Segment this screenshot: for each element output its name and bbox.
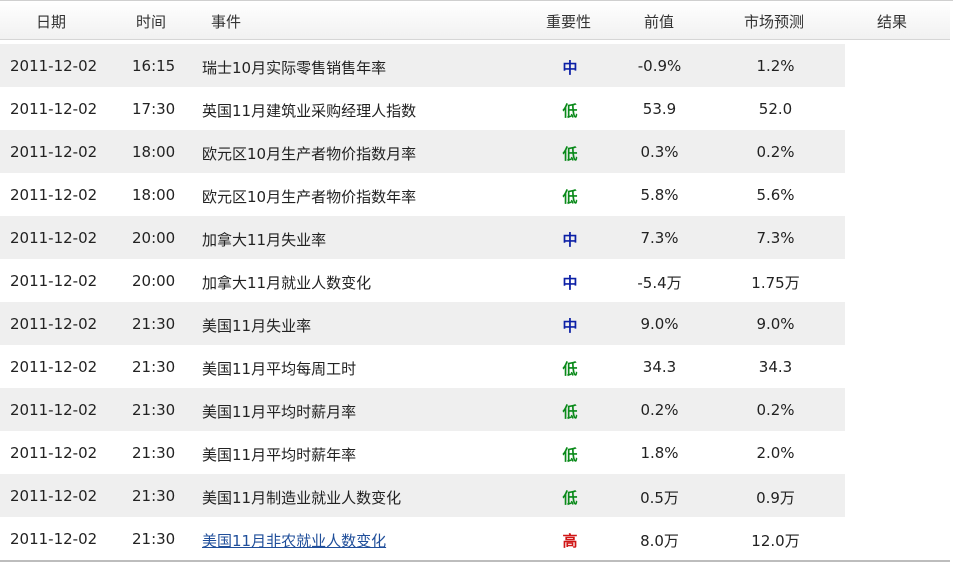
row-previous: 1.8% <box>640 444 679 462</box>
row-event: 美国11月失业率 <box>202 317 312 335</box>
row-date: 2011-12-02 <box>10 401 98 419</box>
row-event: 瑞士10月实际零售销售年率 <box>202 59 387 77</box>
importance-badge: 中 <box>562 317 578 335</box>
row-forecast: 5.6% <box>756 186 795 204</box>
table-row: 2011-12-02 21:30 美国11月失业率 中 9.0% 9.0% <box>0 302 845 345</box>
row-event: 美国11月制造业就业人数变化 <box>202 489 402 507</box>
row-previous: 0.3% <box>640 143 679 161</box>
header-result: 结果 <box>877 13 908 31</box>
table-row: 2011-12-02 21:30 美国11月平均每周工时 低 34.3 34.3 <box>0 345 845 388</box>
header-event: 事件 <box>211 13 242 31</box>
row-forecast: 0.2% <box>756 401 795 419</box>
importance-badge: 高 <box>562 532 578 550</box>
importance-badge: 低 <box>562 102 578 120</box>
row-time: 21:30 <box>132 358 176 376</box>
row-previous: -0.9% <box>637 57 682 75</box>
row-forecast: 1.75万 <box>751 274 800 292</box>
importance-badge: 低 <box>562 360 578 378</box>
row-time: 20:00 <box>132 272 176 290</box>
importance-badge: 低 <box>562 145 578 163</box>
row-time: 21:30 <box>132 444 176 462</box>
row-date: 2011-12-02 <box>10 272 98 290</box>
header-forecast: 市场预测 <box>744 13 805 31</box>
row-time: 18:00 <box>132 186 176 204</box>
importance-badge: 低 <box>562 188 578 206</box>
row-forecast: 12.0万 <box>751 532 800 550</box>
table-row: 2011-12-02 20:00 加拿大11月失业率 中 7.3% 7.3% <box>0 216 845 259</box>
table-row: 2011-12-02 21:30 美国11月平均时薪年率 低 1.8% 2.0% <box>0 431 845 474</box>
economic-calendar: 日期 时间 事件 重要性 前值 市场预测 结果 2011-12-02 16:15 瑞… <box>0 0 953 575</box>
row-time: 18:00 <box>132 143 176 161</box>
row-previous: 34.3 <box>642 358 677 376</box>
row-forecast: 7.3% <box>756 229 795 247</box>
table-row: 2011-12-02 16:15 瑞士10月实际零售销售年率 中 -0.9% 1.2% <box>0 44 845 87</box>
row-forecast: 52.0 <box>758 100 793 118</box>
row-previous: 7.3% <box>640 229 679 247</box>
importance-badge: 低 <box>562 489 578 507</box>
row-previous: 0.2% <box>640 401 679 419</box>
importance-badge: 中 <box>562 231 578 249</box>
header-previous: 前值 <box>644 13 675 31</box>
importance-badge: 低 <box>562 403 578 421</box>
row-previous: -5.4万 <box>637 274 682 292</box>
row-previous: 8.0万 <box>640 532 679 550</box>
row-forecast: 1.2% <box>756 57 795 75</box>
table-row: 2011-12-02 20:00 加拿大11月就业人数变化 中 -5.4万 1.75万 <box>0 259 845 302</box>
row-date: 2011-12-02 <box>10 487 98 505</box>
row-event: 欧元区10月生产者物价指数年率 <box>202 188 417 206</box>
table-header: 日期 时间 事件 重要性 前值 市场预测 结果 <box>0 1 950 40</box>
row-forecast: 34.3 <box>758 358 793 376</box>
row-previous: 9.0% <box>640 315 679 333</box>
row-date: 2011-12-02 <box>10 186 98 204</box>
row-time: 21:30 <box>132 401 176 419</box>
row-previous: 53.9 <box>642 100 677 118</box>
row-time: 16:15 <box>132 57 176 75</box>
row-forecast: 9.0% <box>756 315 795 333</box>
table-row: 2011-12-02 21:30 美国11月平均时薪月率 低 0.2% 0.2% <box>0 388 845 431</box>
row-event: 美国11月平均每周工时 <box>202 360 357 378</box>
row-time: 17:30 <box>132 100 176 118</box>
importance-badge: 中 <box>562 274 578 292</box>
table-row: 2011-12-02 21:30 美国11月非农就业人数变化 高 8.0万 12.0万 <box>0 517 845 560</box>
row-event: 加拿大11月就业人数变化 <box>202 274 372 292</box>
importance-badge: 低 <box>562 446 578 464</box>
table-row: 2011-12-02 21:30 美国11月制造业就业人数变化 低 0.5万 0.9万 <box>0 474 845 517</box>
row-previous: 0.5万 <box>640 489 679 507</box>
row-forecast: 0.2% <box>756 143 795 161</box>
table-row: 2011-12-02 18:00 欧元区10月生产者物价指数年率 低 5.8% 5.6% <box>0 173 845 216</box>
row-date: 2011-12-02 <box>10 444 98 462</box>
bottom-border <box>0 560 950 562</box>
row-event: 美国11月平均时薪年率 <box>202 446 357 464</box>
table-row: 2011-12-02 17:30 英国11月建筑业采购经理人指数 低 53.9 52.0 <box>0 87 845 130</box>
row-time: 21:30 <box>132 530 176 548</box>
row-event: 欧元区10月生产者物价指数月率 <box>202 145 417 163</box>
row-date: 2011-12-02 <box>10 358 98 376</box>
row-date: 2011-12-02 <box>10 143 98 161</box>
row-date: 2011-12-02 <box>10 530 98 548</box>
row-event: 加拿大11月失业率 <box>202 231 327 249</box>
header-date: 日期 <box>36 13 67 31</box>
table-row: 2011-12-02 18:00 欧元区10月生产者物价指数月率 低 0.3% 0.2% <box>0 130 845 173</box>
row-date: 2011-12-02 <box>10 229 98 247</box>
row-forecast: 0.9万 <box>756 489 795 507</box>
row-date: 2011-12-02 <box>10 315 98 333</box>
row-event: 美国11月平均时薪月率 <box>202 403 357 421</box>
row-forecast: 2.0% <box>756 444 795 462</box>
row-previous: 5.8% <box>640 186 679 204</box>
row-event: 英国11月建筑业采购经理人指数 <box>202 102 417 120</box>
row-time: 21:30 <box>132 315 176 333</box>
importance-badge: 中 <box>562 59 578 77</box>
header-importance: 重要性 <box>546 13 592 31</box>
event-link[interactable]: 美国11月非农就业人数变化 <box>202 530 386 551</box>
row-date: 2011-12-02 <box>10 57 98 75</box>
row-date: 2011-12-02 <box>10 100 98 118</box>
header-time: 时间 <box>136 13 167 31</box>
row-time: 21:30 <box>132 487 176 505</box>
row-time: 20:00 <box>132 229 176 247</box>
